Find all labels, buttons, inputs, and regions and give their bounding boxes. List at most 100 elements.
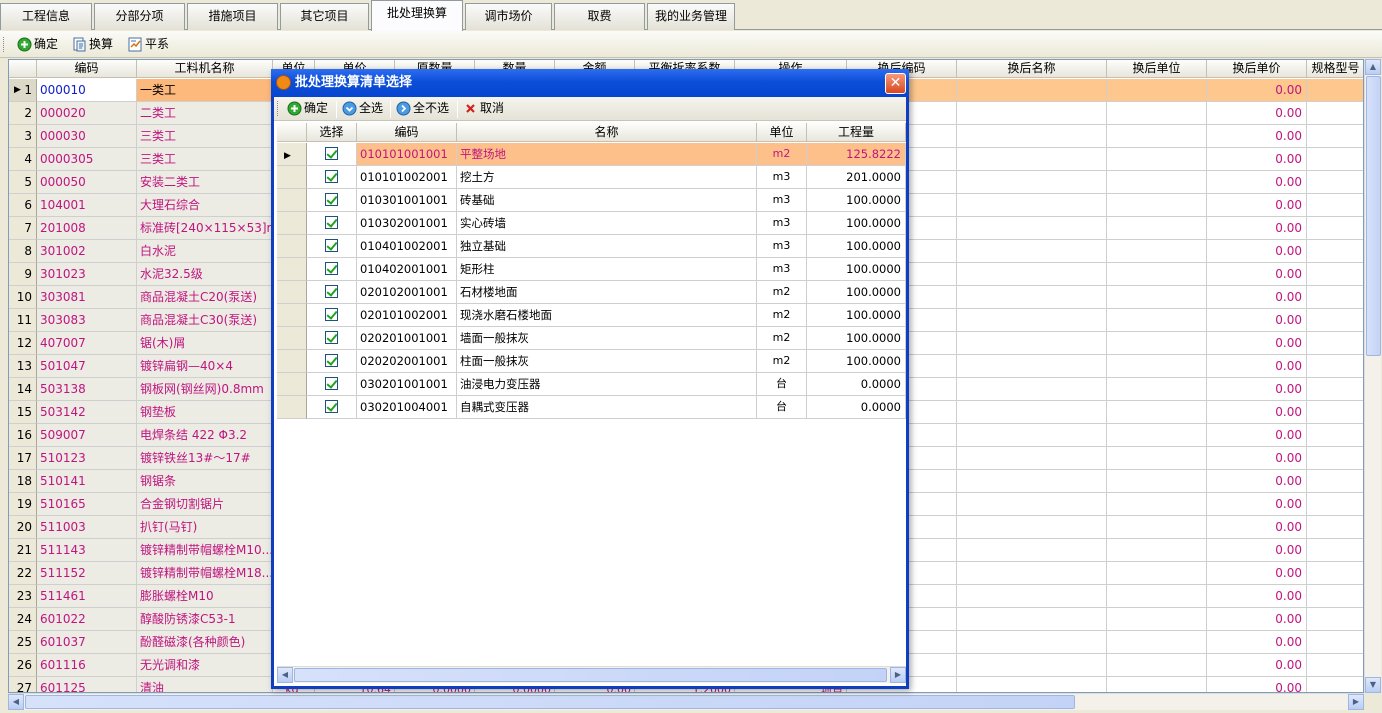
material-code[interactable]: 000050 bbox=[37, 171, 137, 194]
row-indicator[interactable] bbox=[277, 350, 307, 373]
row-indicator[interactable] bbox=[277, 304, 307, 327]
material-code[interactable]: 501047 bbox=[37, 355, 137, 378]
material-code[interactable]: 509007 bbox=[37, 424, 137, 447]
spec-model[interactable] bbox=[1307, 493, 1363, 516]
row-number[interactable]: 9 bbox=[9, 263, 37, 286]
row-indicator[interactable] bbox=[277, 327, 307, 350]
list-item[interactable]: 020101002001 现浇水磨石楼地面 m2 100.0000 bbox=[277, 304, 906, 327]
select-cell[interactable] bbox=[307, 212, 357, 235]
grid-cell[interactable] bbox=[957, 654, 1107, 677]
after-unit-price[interactable]: 0.00 bbox=[1207, 539, 1307, 562]
after-unit-price[interactable]: 0.00 bbox=[1207, 79, 1307, 102]
spec-model[interactable] bbox=[1307, 102, 1363, 125]
row-number[interactable]: 26 bbox=[9, 654, 37, 677]
spec-model[interactable] bbox=[1307, 79, 1363, 102]
grid-cell[interactable] bbox=[1107, 470, 1207, 493]
material-code[interactable]: 201008 bbox=[37, 217, 137, 240]
material-name[interactable]: 醇酸防锈漆C53-1 bbox=[137, 608, 273, 631]
material-name[interactable]: 水泥32.5级 bbox=[137, 263, 273, 286]
spec-model[interactable] bbox=[1307, 148, 1363, 171]
material-name[interactable]: 酚醛磁漆(各种颜色) bbox=[137, 631, 273, 654]
bill-quantity[interactable]: 100.0000 bbox=[807, 327, 906, 350]
bill-quantity[interactable]: 100.0000 bbox=[807, 212, 906, 235]
dialog-confirm-button[interactable]: 确定 bbox=[286, 99, 328, 118]
bill-unit[interactable]: m2 bbox=[757, 327, 807, 350]
bill-name[interactable]: 墙面一般抹灰 bbox=[457, 327, 757, 350]
row-indicator[interactable] bbox=[277, 189, 307, 212]
grid-cell[interactable] bbox=[1107, 516, 1207, 539]
material-name[interactable]: 锯(木)屑 bbox=[137, 332, 273, 355]
grid-cell[interactable] bbox=[1107, 332, 1207, 355]
material-code[interactable]: 0000305 bbox=[37, 148, 137, 171]
grid-cell[interactable] bbox=[957, 263, 1107, 286]
row-number[interactable]: 11 bbox=[9, 309, 37, 332]
grid-cell[interactable] bbox=[957, 608, 1107, 631]
grid-cell[interactable] bbox=[957, 240, 1107, 263]
spec-model[interactable] bbox=[1307, 424, 1363, 447]
vscroll-thumb[interactable] bbox=[1366, 76, 1381, 356]
material-name[interactable]: 无光调和漆 bbox=[137, 654, 273, 677]
spec-model[interactable] bbox=[1307, 631, 1363, 654]
row-number[interactable]: 15 bbox=[9, 401, 37, 424]
toolbar-grip[interactable] bbox=[3, 37, 6, 52]
row-number[interactable]: 24 bbox=[9, 608, 37, 631]
list-item[interactable]: 030201001001 油浸电力变压器台 0.0000 bbox=[277, 373, 906, 396]
list-item[interactable]: 010302001001 实心砖墙 m3 100.0000 bbox=[277, 212, 906, 235]
bill-code[interactable]: 030201004001 bbox=[357, 396, 457, 419]
grid-cell[interactable] bbox=[957, 539, 1107, 562]
row-indicator[interactable]: ▶ bbox=[277, 143, 307, 166]
bill-column-header[interactable]: 工程量 bbox=[807, 123, 906, 142]
after-unit-price[interactable]: 0.00 bbox=[1207, 355, 1307, 378]
material-code[interactable]: 303083 bbox=[37, 309, 137, 332]
checkbox-checked[interactable] bbox=[325, 216, 338, 229]
bill-quantity[interactable]: 100.0000 bbox=[807, 189, 906, 212]
scroll-down-icon[interactable]: ▼ bbox=[1365, 677, 1381, 693]
bill-unit[interactable]: m3 bbox=[757, 235, 807, 258]
material-name[interactable]: 镀锌精制带帽螺栓M18... bbox=[137, 562, 273, 585]
bill-column-header[interactable]: 编码 bbox=[357, 123, 457, 142]
material-code[interactable]: 511003 bbox=[37, 516, 137, 539]
material-code[interactable]: 000020 bbox=[37, 102, 137, 125]
bill-quantity[interactable]: 100.0000 bbox=[807, 350, 906, 373]
grid-cell[interactable] bbox=[957, 493, 1107, 516]
select-all-button[interactable]: 全选 bbox=[341, 99, 383, 118]
bill-name[interactable]: 挖土方 bbox=[457, 166, 757, 189]
bill-name[interactable]: 柱面一般抹灰 bbox=[457, 350, 757, 373]
spec-model[interactable] bbox=[1307, 355, 1363, 378]
after-unit-price[interactable]: 0.00 bbox=[1207, 447, 1307, 470]
material-grid-hscrollbar[interactable]: ◀ ▶ bbox=[8, 693, 1364, 710]
grid-cell[interactable] bbox=[957, 286, 1107, 309]
grid-cell[interactable] bbox=[957, 194, 1107, 217]
material-name[interactable]: 白水泥 bbox=[137, 240, 273, 263]
bill-quantity[interactable]: 100.0000 bbox=[807, 258, 906, 281]
material-code[interactable]: 000030 bbox=[37, 125, 137, 148]
material-name[interactable]: 三类工 bbox=[137, 125, 273, 148]
select-cell[interactable] bbox=[307, 189, 357, 212]
after-unit-price[interactable]: 0.00 bbox=[1207, 217, 1307, 240]
grid-cell[interactable] bbox=[957, 171, 1107, 194]
grid-cell[interactable] bbox=[1107, 608, 1207, 631]
material-code[interactable]: 301002 bbox=[37, 240, 137, 263]
grid-column-header[interactable]: 换后名称 bbox=[957, 60, 1107, 78]
bill-unit[interactable]: 台 bbox=[757, 373, 807, 396]
after-unit-price[interactable]: 0.00 bbox=[1207, 194, 1307, 217]
grid-cell[interactable] bbox=[957, 355, 1107, 378]
after-unit-price[interactable]: 0.00 bbox=[1207, 631, 1307, 654]
bill-unit[interactable]: m3 bbox=[757, 212, 807, 235]
material-code[interactable]: 601037 bbox=[37, 631, 137, 654]
after-unit-price[interactable]: 0.00 bbox=[1207, 516, 1307, 539]
material-code[interactable]: 303081 bbox=[37, 286, 137, 309]
scroll-left-icon[interactable]: ◀ bbox=[8, 694, 24, 710]
grid-column-header[interactable]: 编码 bbox=[37, 60, 137, 78]
checkbox-checked[interactable] bbox=[325, 239, 338, 252]
bill-quantity[interactable]: 125.8222 bbox=[807, 143, 906, 166]
spec-model[interactable] bbox=[1307, 447, 1363, 470]
material-code[interactable]: 510141 bbox=[37, 470, 137, 493]
hscroll-thumb[interactable] bbox=[25, 695, 1075, 709]
material-code[interactable]: 503138 bbox=[37, 378, 137, 401]
checkbox-checked[interactable] bbox=[325, 262, 338, 275]
material-name[interactable]: 扒钉(马钉) bbox=[137, 516, 273, 539]
convert-button[interactable]: 换算 bbox=[71, 35, 113, 54]
spec-model[interactable] bbox=[1307, 217, 1363, 240]
bill-code[interactable]: 010101001001 bbox=[357, 143, 457, 166]
